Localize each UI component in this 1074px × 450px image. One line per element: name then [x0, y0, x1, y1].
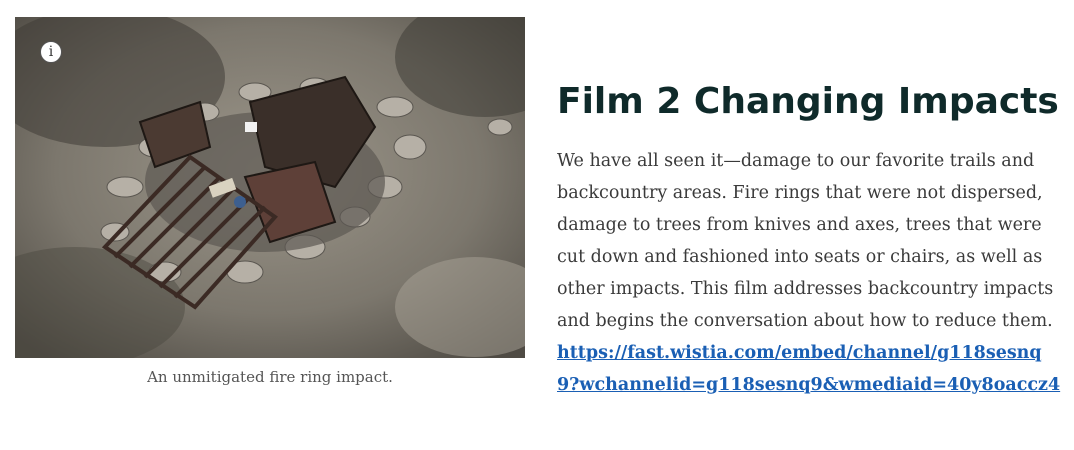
figure: i An unmitigated fire ring impact.: [15, 17, 525, 386]
article-content: Film 2 Changing Impacts We have all seen…: [557, 78, 1062, 401]
info-icon[interactable]: i: [40, 41, 62, 63]
photo-illustration: [15, 17, 525, 358]
page: i An unmitigated fire ring impact. Film …: [0, 0, 1074, 450]
article-title: Film 2 Changing Impacts: [557, 81, 1059, 122]
fire-ring-photo: i: [15, 17, 525, 358]
article-body: We have all seen it—damage to our favori…: [557, 145, 1062, 401]
image-caption: An unmitigated fire ring impact.: [147, 368, 393, 386]
article-body-text: We have all seen it—damage to our favori…: [557, 151, 1054, 331]
video-link[interactable]: https://fast.wistia.com/embed/channel/g1…: [557, 343, 1060, 395]
